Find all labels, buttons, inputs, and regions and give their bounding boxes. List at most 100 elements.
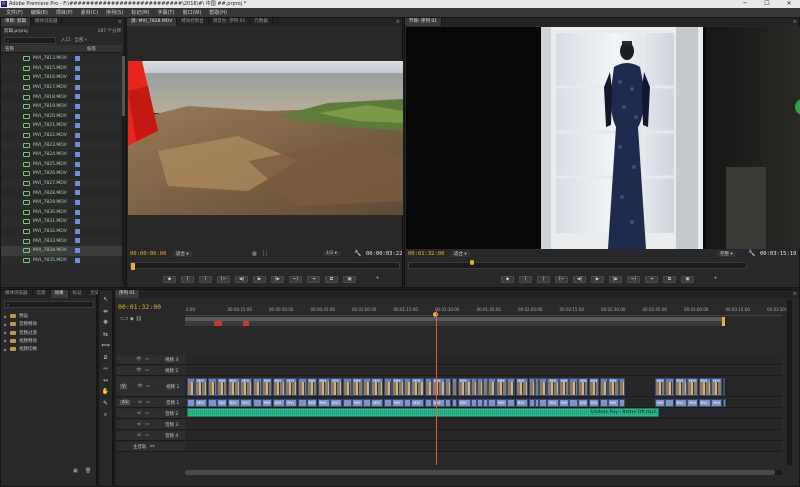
program-step-forward-button[interactable]: |▶: [609, 276, 622, 283]
track-master[interactable]: [185, 442, 782, 452]
menu-marker[interactable]: 标记(M): [127, 9, 153, 16]
video-clip[interactable]: [477, 378, 484, 396]
razor-tool-icon[interactable]: ⧄: [101, 353, 110, 362]
program-overwrite-button[interactable]: ⧉: [663, 276, 676, 283]
audio-clip[interactable]: MVI: [330, 399, 343, 407]
video-clip[interactable]: MVI: [578, 378, 589, 396]
audio-clip[interactable]: [568, 399, 578, 407]
panel-menu-icon[interactable]: ≡: [793, 18, 797, 26]
video-clip[interactable]: MVI: [227, 378, 240, 396]
track-header-video-3[interactable]: 👁 ▭ 视频 3: [117, 355, 185, 365]
eye-icon[interactable]: 👁: [135, 357, 143, 362]
video-clip[interactable]: MVI: [655, 378, 665, 396]
effect-folder[interactable]: ▶ 预设: [4, 312, 28, 320]
project-clip-item[interactable]: MVI_7833.MOV: [1, 236, 122, 246]
source-go-to-in-button[interactable]: {←: [217, 276, 230, 283]
track-header-video-2[interactable]: 👁 ▭ 视频 2: [117, 366, 185, 376]
slip-tool-icon[interactable]: ⇿: [101, 364, 110, 373]
eye-icon[interactable]: 👁: [136, 384, 144, 389]
pen-tool-icon[interactable]: ✎: [101, 399, 110, 408]
panel-menu-icon[interactable]: ≡: [396, 18, 400, 26]
program-insert-button[interactable]: ⇥: [645, 276, 658, 283]
tab-source[interactable]: 源: MVI_7828.MOV: [127, 18, 178, 26]
project-clip-item[interactable]: MVI_7831.MOV: [1, 217, 122, 227]
track-header-audio-3[interactable]: ◂) ▭ 音频 3: [117, 420, 185, 430]
audio-clip[interactable]: MVI: [578, 399, 589, 407]
project-clip-item[interactable]: MVI_7821.MOV: [1, 121, 122, 131]
source-add-button[interactable]: +: [371, 276, 384, 283]
source-timecode[interactable]: 00:00:00:00: [130, 251, 166, 257]
menu-file[interactable]: 文件(F): [2, 9, 27, 16]
hand-tool-icon[interactable]: ✋: [101, 387, 110, 396]
video-clip[interactable]: MVI: [216, 378, 228, 396]
track-header-master[interactable]: 主音轨 ▸▸: [117, 442, 185, 452]
source-marker-button[interactable]: ◆: [163, 276, 176, 283]
source-fit-dropdown[interactable]: 适合 ▾: [173, 251, 192, 257]
project-clip-item[interactable]: MVI_7823.MOV: [1, 140, 122, 150]
program-quality-dropdown[interactable]: 完整 ▾: [717, 251, 736, 257]
audio-clip[interactable]: MVI: [431, 399, 445, 407]
video-clip[interactable]: MVI: [607, 378, 619, 396]
video-clip[interactable]: MVI: [317, 378, 330, 396]
program-fit-dropdown[interactable]: 适合 ▾: [451, 251, 470, 257]
video-clip[interactable]: MVI: [674, 378, 687, 396]
program-video-frame[interactable]: [406, 27, 800, 249]
effect-folder[interactable]: ▶ 音频过渡: [4, 329, 37, 337]
video-clip[interactable]: [528, 378, 535, 396]
minimize-button[interactable]: ─: [734, 0, 756, 8]
effects-search-input[interactable]: ⌕: [4, 301, 94, 308]
panel-menu-icon[interactable]: ≡: [793, 290, 797, 298]
track-header-audio-1[interactable]: A1 ◂) ▭ 音频 1: [117, 398, 185, 408]
video-clip[interactable]: [722, 378, 725, 396]
audio-clip[interactable]: [619, 399, 625, 407]
video-clip[interactable]: [470, 378, 477, 396]
audio-clip[interactable]: MVI: [698, 399, 711, 407]
project-clip-item[interactable]: MVI_7827.MOV: [1, 178, 122, 189]
master-menu-icon[interactable]: ▸▸: [151, 444, 156, 449]
audio-clip[interactable]: [207, 399, 217, 407]
video-clip[interactable]: MVI: [272, 378, 285, 396]
program-step-back-button[interactable]: ◀|: [573, 276, 586, 283]
source-in-point-button[interactable]: {: [181, 276, 194, 283]
audio-clip[interactable]: MVI: [711, 399, 723, 407]
project-clip-item[interactable]: MVI_7835.MOV: [1, 255, 122, 266]
project-clip-item[interactable]: MVI_7817.MOV: [1, 82, 122, 93]
video-clip[interactable]: [424, 378, 432, 396]
audio-clip[interactable]: [539, 399, 548, 407]
audio-clip[interactable]: [445, 399, 452, 407]
track-header-audio-4[interactable]: ◂) ▭ 音频 4: [117, 431, 185, 441]
source-export-frame-button[interactable]: ▣: [343, 276, 356, 283]
program-go-to-in-button[interactable]: {←: [555, 276, 568, 283]
track-header-video-1[interactable]: V 👁 ▭ 视频 1: [117, 377, 185, 397]
video-clip[interactable]: MVI: [195, 378, 208, 396]
audio-clip[interactable]: MVI: [371, 399, 384, 407]
audio-clip[interactable]: MVI: [515, 399, 529, 407]
audio-clip[interactable]: [477, 399, 484, 407]
source-video-frame[interactable]: [128, 61, 403, 215]
audio-clip[interactable]: MVI: [317, 399, 330, 407]
marker-icon[interactable]: ◆: [130, 316, 134, 322]
lock-icon[interactable]: ▭: [144, 384, 152, 389]
program-export-frame-button[interactable]: ▣: [681, 276, 694, 283]
eye-icon[interactable]: 👁: [135, 368, 143, 373]
audio-clip[interactable]: MVI: [227, 399, 240, 407]
video-clip[interactable]: [187, 378, 195, 396]
video-clip[interactable]: [451, 378, 458, 396]
audio-clip[interactable]: MVI: [588, 399, 600, 407]
effect-folder[interactable]: ▶ 音频特效: [4, 320, 37, 328]
audio-clip[interactable]: [404, 399, 412, 407]
video-clip[interactable]: MVI: [457, 378, 471, 396]
audio-clip[interactable]: [187, 399, 195, 407]
column-name-header[interactable]: 名称: [5, 46, 14, 52]
video-clip[interactable]: MVI: [431, 378, 445, 396]
video-clip[interactable]: [487, 378, 496, 396]
panel-menu-icon[interactable]: ≡: [118, 18, 122, 26]
video-clip[interactable]: [363, 378, 372, 396]
audio-clip[interactable]: MVI: [495, 399, 507, 407]
video-clip[interactable]: MVI: [391, 378, 404, 396]
menu-clip[interactable]: 素材(C): [77, 9, 102, 16]
video-clip[interactable]: MVI: [495, 378, 507, 396]
video-clip[interactable]: MVI: [285, 378, 298, 396]
audio-clip[interactable]: [297, 399, 307, 407]
safe-margins-icon[interactable]: ▦: [252, 251, 257, 257]
